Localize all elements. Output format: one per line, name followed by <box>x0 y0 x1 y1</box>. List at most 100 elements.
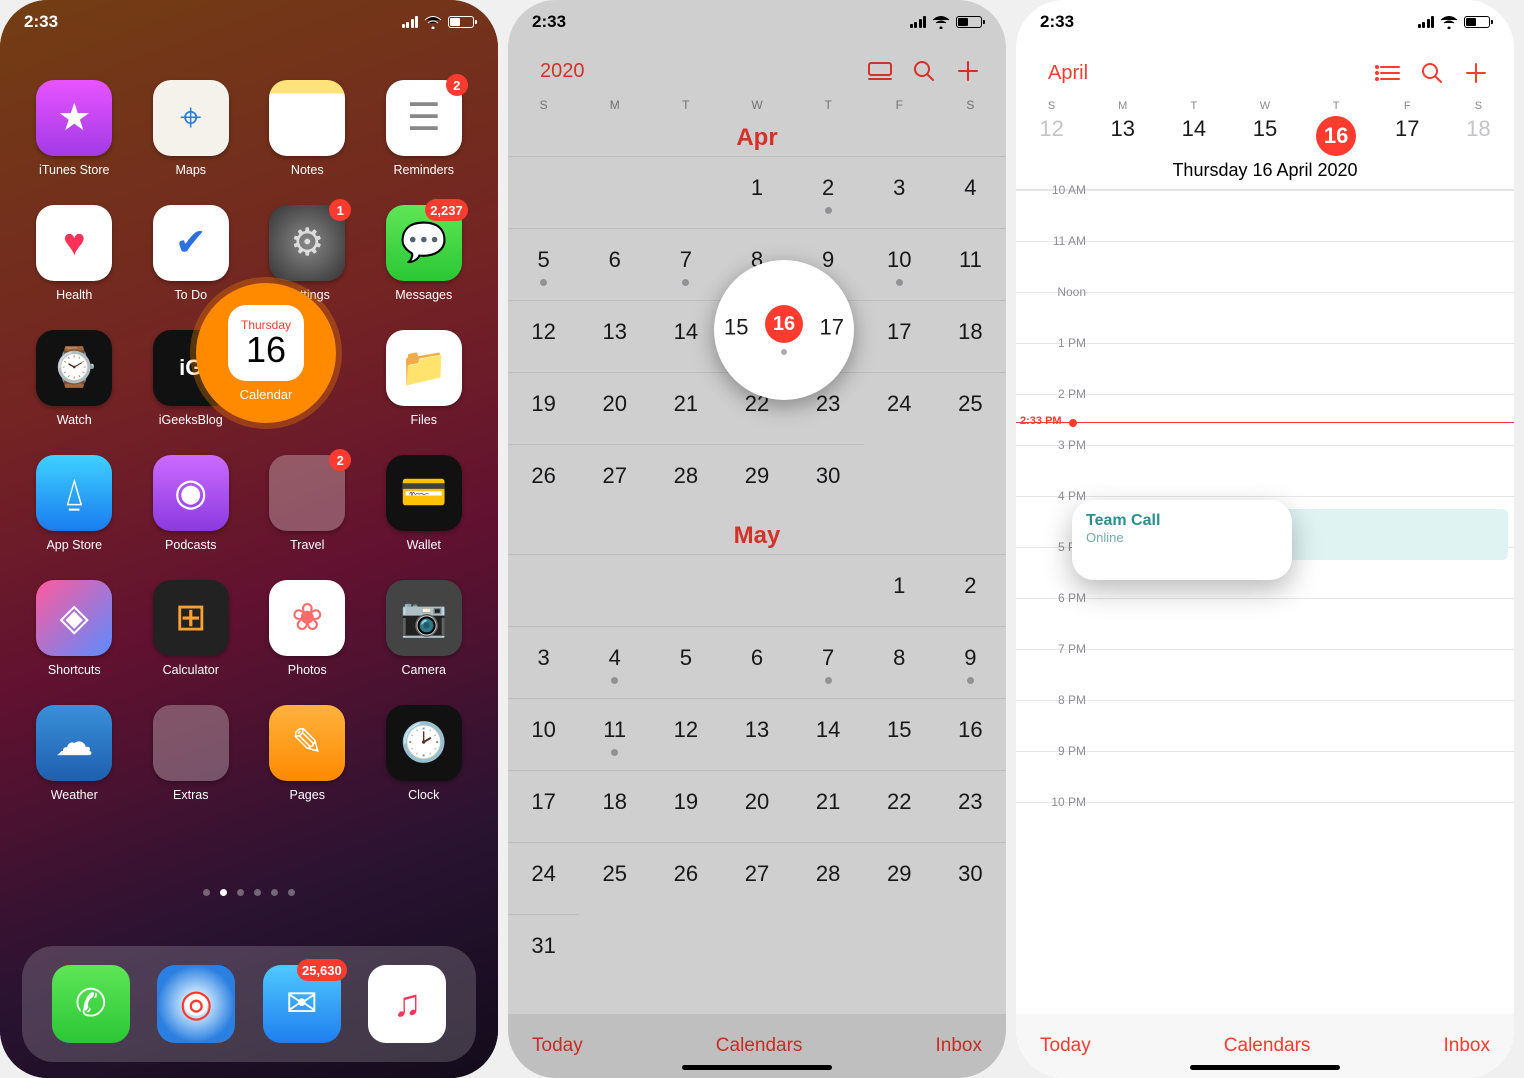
date-number[interactable]: 18 <box>1443 112 1514 142</box>
app-travel[interactable]: 2Travel <box>261 455 354 552</box>
highlight-event[interactable]: Team Call Online <box>1072 500 1292 580</box>
day-cell[interactable]: 27 <box>579 444 650 516</box>
app-tile[interactable]: ☰2 <box>386 80 462 156</box>
day-cell[interactable]: 23 <box>935 770 1006 842</box>
app-tile[interactable]: 💳 <box>386 455 462 531</box>
hour-row[interactable]: 3 PM <box>1016 445 1514 496</box>
day-cell[interactable]: 13 <box>721 698 792 770</box>
day-cell[interactable]: 29 <box>721 444 792 516</box>
calendars-button[interactable]: Calendars <box>716 1035 803 1057</box>
dock-phone[interactable]: ✆ <box>52 965 130 1043</box>
hour-row[interactable]: 2 PM <box>1016 394 1514 445</box>
app-wallet[interactable]: 💳Wallet <box>378 455 471 552</box>
app-camera[interactable]: 📷Camera <box>378 580 471 677</box>
date-number[interactable]: 12 <box>1016 112 1087 142</box>
app-notes[interactable]: Notes <box>261 80 354 177</box>
app-watch[interactable]: ⌚Watch <box>28 330 121 427</box>
day-cell[interactable]: 5 <box>650 626 721 698</box>
day-cell[interactable]: 28 <box>793 842 864 914</box>
app-weather[interactable]: ☁Weather <box>28 705 121 802</box>
week-col[interactable]: F17 <box>1372 100 1443 156</box>
day-cell[interactable]: 13 <box>579 300 650 372</box>
back-button[interactable]: 2020 <box>524 60 585 83</box>
day-cell[interactable]: 21 <box>650 372 721 444</box>
app-tile[interactable]: ♥ <box>36 205 112 281</box>
app-health[interactable]: ♥Health <box>28 205 121 302</box>
dock-music[interactable]: ♫ <box>368 965 446 1043</box>
app-reminders[interactable]: ☰2Reminders <box>378 80 471 177</box>
day-cell[interactable]: 8 <box>864 626 935 698</box>
app-clock[interactable]: 🕑Clock <box>378 705 471 802</box>
day-cell[interactable]: 2 <box>935 554 1006 626</box>
highlight-today-cell[interactable]: 15 16 17 <box>714 260 854 400</box>
day-cell[interactable]: 6 <box>579 228 650 300</box>
day-cell[interactable]: 31 <box>508 914 579 986</box>
day-cell[interactable]: 10 <box>864 228 935 300</box>
inbox-button[interactable]: Inbox <box>1444 1035 1490 1057</box>
calendars-button[interactable]: Calendars <box>1224 1035 1311 1057</box>
day-cell[interactable]: 5 <box>508 228 579 300</box>
app-shortcuts[interactable]: ◈Shortcuts <box>28 580 121 677</box>
week-col[interactable]: M13 <box>1087 100 1158 156</box>
app-tile[interactable]: ✎ <box>269 705 345 781</box>
day-cell[interactable]: 27 <box>721 842 792 914</box>
list-view-button[interactable] <box>1366 51 1410 95</box>
day-cell[interactable]: 20 <box>579 372 650 444</box>
day-cell[interactable]: 30 <box>935 842 1006 914</box>
today-button[interactable]: Today <box>532 1035 583 1057</box>
day-cell[interactable]: 6 <box>721 626 792 698</box>
year-scroll[interactable]: Apr1234567891011121314151617181920212223… <box>508 118 1006 1014</box>
app-files[interactable]: 📁Files <box>378 330 471 427</box>
page-dots[interactable] <box>203 889 295 896</box>
day-cell[interactable]: 29 <box>864 842 935 914</box>
app-tile[interactable]: ⌖ <box>153 80 229 156</box>
day-cell[interactable]: 20 <box>721 770 792 842</box>
app-tile[interactable] <box>269 80 345 156</box>
day-cell[interactable]: 1 <box>864 554 935 626</box>
week-col[interactable]: T16 <box>1301 100 1372 156</box>
app-tile[interactable] <box>153 705 229 781</box>
app-tile[interactable]: ◉ <box>153 455 229 531</box>
app-tile[interactable]: ⌚ <box>36 330 112 406</box>
day-cell[interactable]: 12 <box>650 698 721 770</box>
dock-mail[interactable]: ✉25,630 <box>263 965 341 1043</box>
day-cell[interactable]: 26 <box>508 444 579 516</box>
date-number[interactable]: 14 <box>1158 112 1229 142</box>
day-cell[interactable]: 11 <box>935 228 1006 300</box>
day-cell[interactable]: 24 <box>508 842 579 914</box>
app-tile[interactable]: ◈ <box>36 580 112 656</box>
day-cell[interactable]: 1 <box>721 156 792 228</box>
day-cell[interactable]: 9 <box>935 626 1006 698</box>
today-button[interactable]: Today <box>1040 1035 1091 1057</box>
calendar-app-tile[interactable]: Thursday 16 <box>228 305 304 381</box>
date-number[interactable]: 13 <box>1087 112 1158 142</box>
app-tile[interactable]: ⊞ <box>153 580 229 656</box>
app-podcasts[interactable]: ◉Podcasts <box>145 455 238 552</box>
back-button[interactable]: April <box>1032 62 1088 85</box>
app-messages[interactable]: 💬2,237Messages <box>378 205 471 302</box>
day-cell[interactable]: 14 <box>650 300 721 372</box>
day-cell[interactable]: 30 <box>793 444 864 516</box>
search-button[interactable] <box>902 49 946 93</box>
app-calculator[interactable]: ⊞Calculator <box>145 580 238 677</box>
day-cell[interactable]: 3 <box>864 156 935 228</box>
day-scroll[interactable]: 10 AM11 AMNoon1 PM2 PM3 PM4 PM5 PM6 PM7 … <box>1016 190 1514 1014</box>
day-cell[interactable]: 17 <box>508 770 579 842</box>
day-cell[interactable]: 11 <box>579 698 650 770</box>
date-number[interactable]: 15 <box>1229 112 1300 142</box>
home-indicator[interactable] <box>1190 1065 1340 1070</box>
app-tile[interactable]: 🕑 <box>386 705 462 781</box>
app-tile[interactable]: 2 <box>269 455 345 531</box>
day-cell[interactable]: 7 <box>793 626 864 698</box>
app-app-store[interactable]: ⍙App Store <box>28 455 121 552</box>
hour-row[interactable]: Noon <box>1016 292 1514 343</box>
day-cell[interactable]: 4 <box>935 156 1006 228</box>
inbox-button[interactable]: Inbox <box>936 1035 982 1057</box>
day-cell[interactable]: 24 <box>864 372 935 444</box>
app-tile[interactable]: ⍙ <box>36 455 112 531</box>
hour-row[interactable]: 9 PM <box>1016 751 1514 802</box>
day-cell[interactable]: 25 <box>579 842 650 914</box>
app-to-do[interactable]: ✔To Do <box>145 205 238 302</box>
app-tile[interactable]: ⚙1 <box>269 205 345 281</box>
hour-row[interactable]: 6 PM <box>1016 598 1514 649</box>
